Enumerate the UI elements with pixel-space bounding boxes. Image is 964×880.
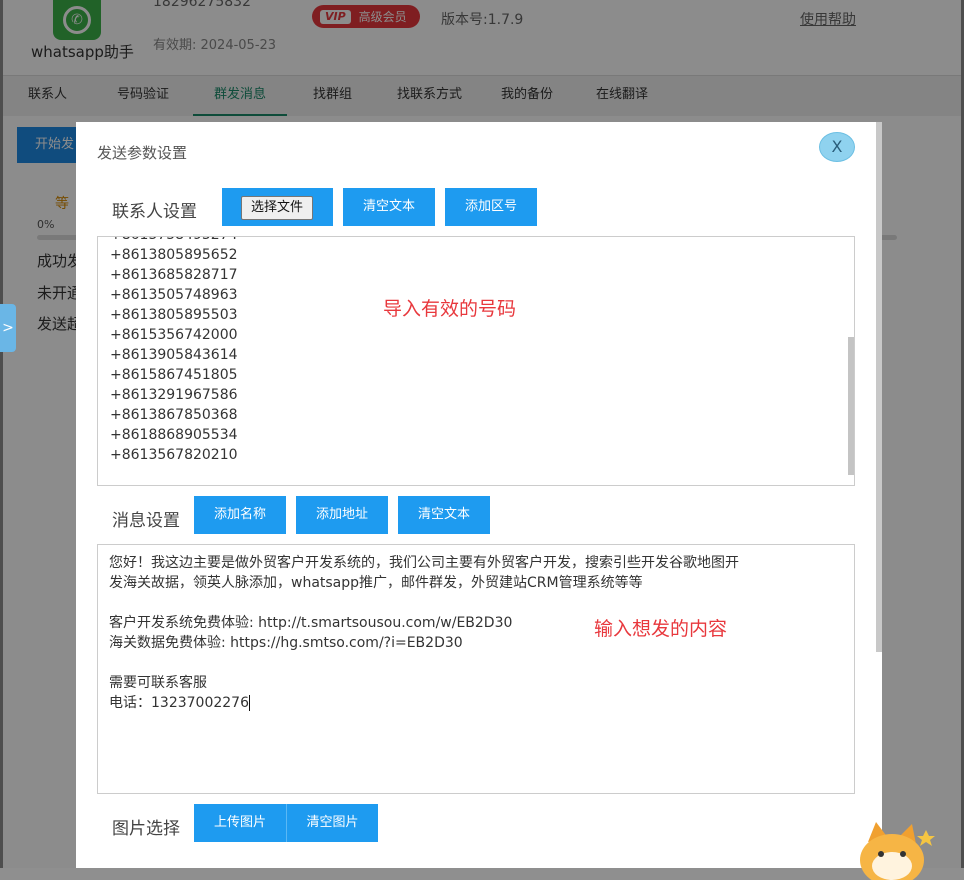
phone-number-item: +8613567820210 — [110, 447, 238, 463]
message-line: 发海关故据，领英人脉添加，whatsapp推广，邮件群发，外贸建站CRM管理系统… — [109, 575, 643, 591]
phone-number-item: +8613867850368 — [110, 407, 238, 423]
clear-image-button[interactable]: 清空图片 — [286, 804, 378, 842]
message-line: 海关数据免费体验: https://hg.smtso.com/?i=EB2D30 — [109, 635, 463, 651]
clear-message-button[interactable]: 清空文本 — [398, 496, 490, 534]
import-numbers-annotation: 导入有效的号码 — [383, 298, 517, 320]
message-textarea[interactable]: 您好！我这边主要是做外贸客户开发系统的，我们公司主要有外贸客户开发，搜索引些开发… — [97, 544, 855, 794]
message-line: 电话：13237002276 — [109, 695, 250, 711]
phone-number-item: +8618868905534 — [110, 427, 238, 443]
message-line — [109, 593, 839, 613]
phone-number-item: +8613505748963 — [110, 287, 238, 303]
phone-number-item: +8613905843614 — [110, 347, 238, 363]
close-button[interactable]: X — [819, 132, 855, 162]
message-line — [109, 653, 839, 673]
add-address-button[interactable]: 添加地址 — [296, 496, 388, 534]
phone-number-item: +8613685828717 — [110, 267, 238, 283]
message-content: 您好！我这边主要是做外贸客户开发系统的，我们公司主要有外贸客户开发，搜索引些开发… — [109, 553, 839, 713]
choose-file-button-wrap: 选择文件 — [222, 188, 333, 226]
contacts-scrollbar[interactable] — [848, 337, 854, 475]
fox-mascot-icon — [860, 822, 935, 880]
add-area-code-button[interactable]: 添加区号 — [445, 188, 537, 226]
message-line: 需要可联系客服 — [109, 675, 207, 691]
phone-number-list: +8615758495274 +8613805895652 +86136858287… — [110, 237, 238, 465]
message-line: 您好！我这边主要是做外贸客户开发系统的，我们公司主要有外贸客户开发，搜索引些开发… — [109, 555, 739, 571]
phone-number-item: +8615867451805 — [110, 367, 238, 383]
dialog-scrollbar[interactable] — [876, 122, 882, 652]
clear-contacts-button[interactable]: 清空文本 — [343, 188, 435, 226]
contacts-settings-label: 联系人设置 — [112, 202, 197, 222]
image-selection-label: 图片选择 — [112, 819, 180, 839]
add-name-button[interactable]: 添加名称 — [194, 496, 286, 534]
choose-file-button[interactable]: 选择文件 — [241, 196, 313, 220]
message-annotation: 输入想发的内容 — [594, 618, 728, 640]
message-line: 客户开发系统免费体验: http://t.smartsousou.com/w/E… — [109, 615, 513, 631]
side-toggle-button[interactable]: > — [0, 304, 16, 352]
phone-number-item: +8613805895503 — [110, 307, 238, 323]
contacts-textarea[interactable]: +8615758495274 +8613805895652 +86136858287… — [97, 236, 855, 486]
phone-number-item: +8613291967586 — [110, 387, 238, 403]
phone-number-item: +8615758495274 — [110, 237, 238, 245]
upload-image-button[interactable]: 上传图片 — [194, 804, 286, 842]
phone-number-item: +8615356742000 — [110, 327, 238, 343]
text-caret — [248, 695, 250, 711]
dialog-title: 发送参数设置 — [97, 144, 188, 162]
phone-number-item: +8613805895652 — [110, 247, 238, 263]
message-settings-label: 消息设置 — [112, 511, 180, 531]
send-settings-dialog: 发送参数设置 X 联系人设置 选择文件 清空文本 添加区号 +861575849… — [76, 122, 882, 868]
